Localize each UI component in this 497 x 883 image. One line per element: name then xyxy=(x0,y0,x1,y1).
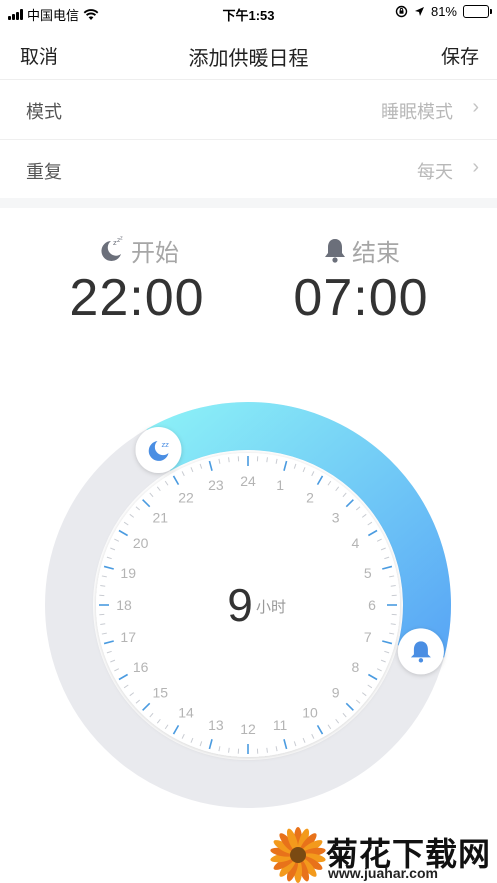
watermark: 菊花下载网 www.juahar.com xyxy=(268,825,497,883)
minor-tick xyxy=(100,623,106,625)
hour-label: 17 xyxy=(120,629,136,645)
hour-label: 20 xyxy=(133,535,149,551)
hour-label: 22 xyxy=(178,490,194,506)
hour-label: 8 xyxy=(351,659,359,675)
minor-tick xyxy=(228,457,230,463)
hour-label: 7 xyxy=(364,629,372,645)
hour-label: 16 xyxy=(133,659,149,675)
minor-tick xyxy=(266,747,268,753)
hour-label: 1 xyxy=(276,477,284,493)
hour-label: 19 xyxy=(120,565,136,581)
hour-label: 24 xyxy=(240,473,256,489)
hour-label: 18 xyxy=(116,597,132,613)
watermark-url: www.juahar.com xyxy=(328,865,438,881)
hour-label: 14 xyxy=(178,704,194,720)
hour-label: 6 xyxy=(368,597,376,613)
schedule-dial[interactable]: 24 12345678910111213141516171819202122239… xyxy=(0,0,497,883)
hour-label: 13 xyxy=(208,717,224,733)
minor-tick xyxy=(228,747,230,753)
minor-tick xyxy=(390,623,396,625)
hour-label: 2 xyxy=(306,490,314,506)
end-handle-bell-clapper xyxy=(418,658,424,663)
duration-unit: 小时 xyxy=(256,599,286,616)
start-handle[interactable] xyxy=(135,426,182,473)
hour-label: 23 xyxy=(208,477,224,493)
hour-label: 21 xyxy=(153,509,169,525)
chrysanthemum-logo-icon xyxy=(270,827,326,883)
hour-label: 15 xyxy=(153,685,169,701)
duration-value: 9 xyxy=(227,579,253,631)
hour-label: 4 xyxy=(351,535,359,551)
minor-tick xyxy=(266,457,268,463)
minor-tick xyxy=(100,585,106,587)
hour-label: 11 xyxy=(273,717,288,733)
minor-tick xyxy=(390,585,396,587)
hour-label: 9 xyxy=(332,685,340,701)
hour-label: 5 xyxy=(364,565,372,581)
hour-label: 12 xyxy=(240,721,256,737)
hour-label: 3 xyxy=(332,509,340,525)
start-handle-z-icon: zz xyxy=(162,441,170,449)
hour-label: 10 xyxy=(302,704,318,720)
